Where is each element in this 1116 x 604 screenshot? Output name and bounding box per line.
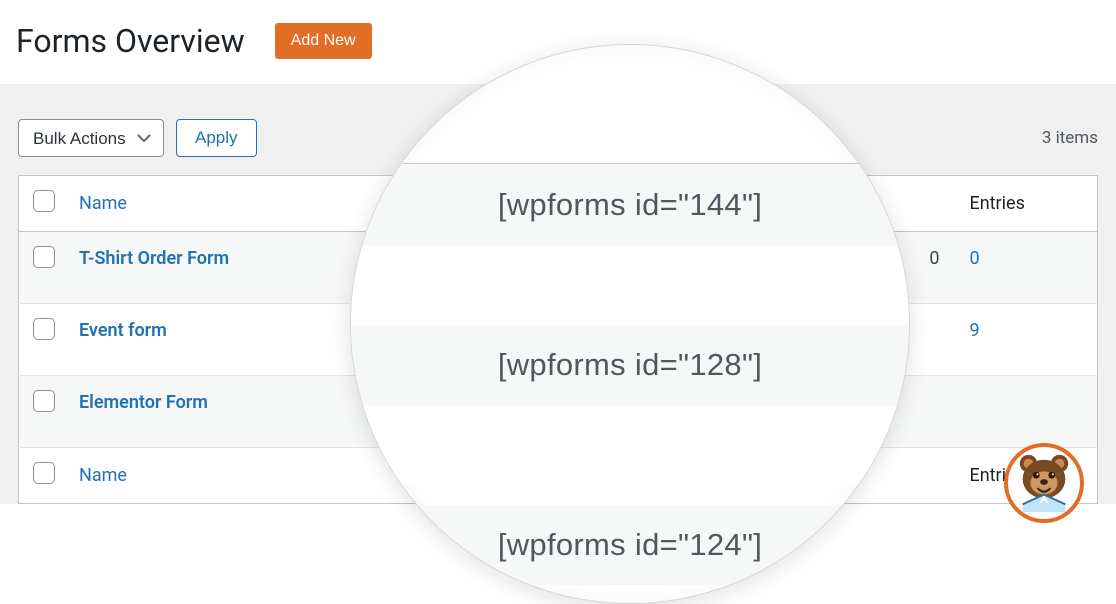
bulk-actions-select[interactable]: Bulk Actions <box>18 119 164 157</box>
item-count: 3 items <box>1042 128 1098 148</box>
row-checkbox[interactable] <box>33 246 55 268</box>
magnifier-overlay: [wpforms id="144"] [wpforms id="128"] [w… <box>350 44 910 604</box>
column-entries-header: Entries <box>958 176 1098 232</box>
form-name-link[interactable]: T-Shirt Order Form <box>79 248 229 269</box>
help-mascot-button[interactable] <box>1004 443 1084 523</box>
select-all-checkbox[interactable] <box>33 190 55 212</box>
bear-icon <box>1013 450 1075 516</box>
apply-button[interactable]: Apply <box>176 119 257 157</box>
entries-link[interactable]: 9 <box>970 320 980 341</box>
magnified-shortcode: [wpforms id="144"] <box>351 165 909 245</box>
magnified-shortcode: [wpforms id="128"] <box>351 325 909 405</box>
magnified-shortcode: [wpforms id="124"] <box>351 505 909 585</box>
toolbar-left: Bulk Actions Apply <box>18 119 257 157</box>
row-checkbox[interactable] <box>33 318 55 340</box>
entries-link[interactable]: 0 <box>970 248 980 269</box>
partial-digit: 0 <box>929 248 945 269</box>
form-name-link[interactable]: Elementor Form <box>79 392 208 413</box>
form-name-link[interactable]: Event form <box>79 320 167 341</box>
page-title: Forms Overview <box>16 22 245 60</box>
row-checkbox[interactable] <box>33 390 55 412</box>
select-all-checkbox-footer[interactable] <box>33 462 55 484</box>
